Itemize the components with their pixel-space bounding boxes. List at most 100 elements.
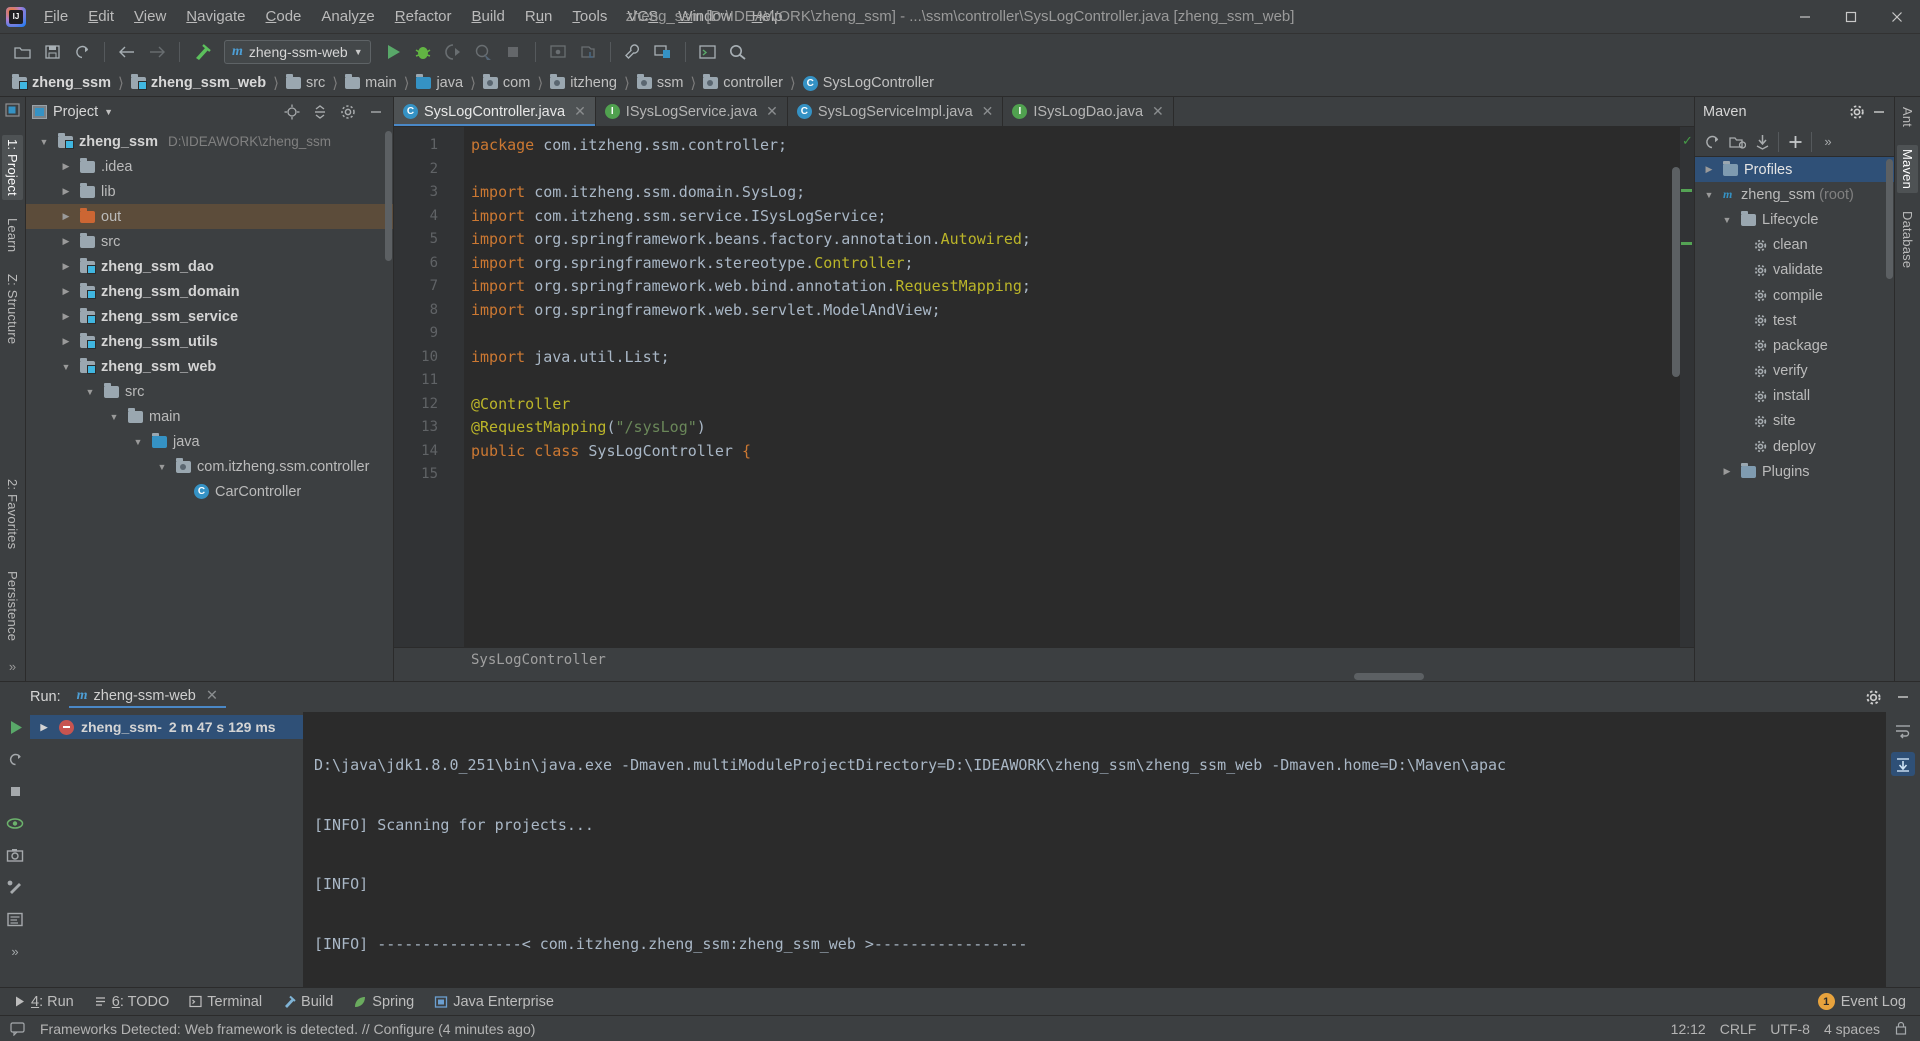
minimize-icon[interactable]: [1782, 0, 1828, 34]
more-chevrons-icon[interactable]: »: [4, 940, 26, 962]
maven-item-profiles[interactable]: Profiles: [1695, 157, 1894, 183]
search-everywhere-icon[interactable]: [724, 38, 752, 66]
editor-gutter[interactable]: 1 2 3 4 5 6 7 8 9 10 11 12 13 14 15: [394, 127, 464, 647]
menu-vcs[interactable]: VCS: [617, 3, 668, 30]
hide-panel-icon[interactable]: [365, 101, 387, 123]
sidebar-tab-ant[interactable]: Ant: [1897, 103, 1918, 131]
menu-code[interactable]: Code: [256, 3, 312, 30]
scroll-to-end-icon[interactable]: [1891, 752, 1915, 776]
forward-arrow-icon[interactable]: [143, 38, 171, 66]
close-icon[interactable]: ✕: [766, 103, 778, 120]
chevron-right-icon[interactable]: [58, 311, 74, 322]
maximize-icon[interactable]: [1828, 0, 1874, 34]
chevron-down-icon[interactable]: [1701, 190, 1717, 200]
maven-goal-deploy[interactable]: deploy: [1695, 434, 1894, 459]
chevron-right-icon[interactable]: [36, 722, 52, 733]
chevron-down-icon[interactable]: ▼: [104, 107, 113, 117]
chevron-down-icon[interactable]: [36, 137, 52, 147]
maven-goal-clean[interactable]: clean: [1695, 233, 1894, 258]
project-tree[interactable]: zheng_ssm D:\IDEAWORK\zheng_ssm .idea li…: [26, 127, 393, 681]
eye-toggle-icon[interactable]: [4, 812, 26, 834]
breadcrumb-item-java[interactable]: java: [414, 74, 465, 91]
more-chevrons-icon[interactable]: »: [5, 659, 21, 675]
code-text[interactable]: package com.itzheng.ssm.controller; impo…: [464, 127, 1680, 647]
maven-goal-verify[interactable]: verify: [1695, 359, 1894, 384]
tree-item-java[interactable]: java: [26, 429, 393, 454]
thread-dump-icon[interactable]: [4, 876, 26, 898]
bottom-tab-todo[interactable]: 6: TODO: [85, 991, 179, 1013]
chevron-down-icon[interactable]: [154, 462, 170, 472]
breadcrumb-item-zheng-ssm-web[interactable]: zheng_ssm_web: [129, 74, 268, 91]
chevron-right-icon[interactable]: [1719, 466, 1735, 477]
editor-marker-rail[interactable]: ✓: [1680, 127, 1694, 647]
open-folder-icon[interactable]: [8, 38, 36, 66]
chevron-down-icon[interactable]: [1719, 215, 1735, 225]
run-process-list[interactable]: zheng_ssm- 2 m 47 s 129 ms: [30, 712, 304, 987]
menu-run[interactable]: Run: [515, 3, 563, 30]
run-configuration-selector[interactable]: m zheng-ssm-web ▼: [224, 40, 371, 64]
chevron-down-icon[interactable]: [130, 437, 146, 447]
breadcrumb-item-itzheng[interactable]: itzheng: [548, 74, 619, 91]
tree-item-carcontroller[interactable]: C CarController: [26, 479, 393, 504]
menu-window[interactable]: Window: [668, 3, 741, 30]
reload-projects-icon[interactable]: [1701, 131, 1723, 153]
breadcrumb-item-com[interactable]: com: [481, 74, 532, 91]
sidebar-tab-structure[interactable]: Z: Structure: [2, 270, 23, 348]
run-icon[interactable]: [379, 38, 407, 66]
tab-syslogserviceimpl-java[interactable]: C SysLogServiceImpl.java ✕: [788, 97, 1004, 126]
stop-icon[interactable]: [4, 780, 26, 802]
breadcrumb-item-controller[interactable]: controller: [701, 74, 785, 91]
chevron-down-icon[interactable]: [106, 412, 122, 422]
close-icon[interactable]: ✕: [1152, 103, 1164, 120]
close-icon[interactable]: ✕: [982, 103, 994, 120]
chevron-right-icon[interactable]: [58, 161, 74, 172]
tree-item-out[interactable]: out: [26, 204, 393, 229]
bottom-tab-build[interactable]: Build: [273, 991, 342, 1013]
tree-item-zheng-ssm[interactable]: zheng_ssm D:\IDEAWORK\zheng_ssm: [26, 129, 393, 154]
bottom-tab-terminal[interactable]: Terminal: [180, 991, 271, 1013]
breadcrumb-item-zheng-ssm[interactable]: zheng_ssm: [10, 74, 113, 91]
sidebar-tab-database[interactable]: Database: [1897, 207, 1918, 272]
gear-icon[interactable]: [337, 101, 359, 123]
event-log-button[interactable]: 1 Event Log: [1817, 993, 1916, 1010]
file-encoding[interactable]: UTF-8: [1770, 1021, 1810, 1037]
update-project-icon[interactable]: [574, 38, 602, 66]
menu-help[interactable]: Help: [742, 3, 793, 30]
editor-horizontal-scrollbar[interactable]: [394, 672, 1694, 681]
collapse-all-icon[interactable]: [309, 101, 331, 123]
chevron-right-icon[interactable]: [58, 236, 74, 247]
chevron-right-icon[interactable]: [58, 211, 74, 222]
camera-snapshot-icon[interactable]: [4, 844, 26, 866]
download-sources-icon[interactable]: [1751, 131, 1773, 153]
line-separator[interactable]: CRLF: [1720, 1021, 1757, 1037]
back-arrow-icon[interactable]: [113, 38, 141, 66]
maven-item-lifecycle[interactable]: Lifecycle: [1695, 207, 1894, 232]
profile-icon[interactable]: [469, 38, 497, 66]
hide-panel-icon[interactable]: [1868, 101, 1890, 123]
console-output[interactable]: D:\java\jdk1.8.0_251\bin\java.exe -Dmave…: [304, 712, 1886, 987]
maven-goal-test[interactable]: test: [1695, 308, 1894, 333]
tree-item-zheng-ssm-domain[interactable]: zheng_ssm_domain: [26, 279, 393, 304]
chevron-right-icon[interactable]: [58, 286, 74, 297]
code-editor[interactable]: 1 2 3 4 5 6 7 8 9 10 11 12 13 14 15 pack…: [394, 127, 1694, 647]
sync-refresh-icon[interactable]: [68, 38, 96, 66]
tree-item-src[interactable]: src: [26, 229, 393, 254]
sidebar-tab-favorites[interactable]: 2: Favorites: [2, 475, 23, 553]
scrollbar-thumb[interactable]: [1354, 673, 1424, 680]
chevron-right-icon[interactable]: [58, 186, 74, 197]
read-only-lock-icon[interactable]: [1894, 1021, 1910, 1037]
build-hammer-icon[interactable]: [188, 38, 216, 66]
breadcrumb-item-syslogcontroller[interactable]: C SysLogController: [801, 75, 936, 91]
tab-isyslogdao-java[interactable]: I ISysLogDao.java ✕: [1003, 97, 1174, 126]
maven-goal-install[interactable]: install: [1695, 384, 1894, 409]
tree-item-idea[interactable]: .idea: [26, 154, 393, 179]
maven-item-zheng-ssm-root[interactable]: m zheng_ssm (root): [1695, 182, 1894, 207]
sidebar-tab-maven[interactable]: Maven: [1897, 145, 1918, 194]
attach-debugger-icon[interactable]: [544, 38, 572, 66]
project-tree-scrollbar[interactable]: [385, 131, 392, 261]
caret-position[interactable]: 12:12: [1671, 1021, 1706, 1037]
run-coverage-icon[interactable]: [439, 38, 467, 66]
tab-syslogcontroller-java[interactable]: C SysLogController.java ✕: [394, 97, 596, 126]
breadcrumb-item-ssm[interactable]: ssm: [635, 74, 686, 91]
terminal-window-icon[interactable]: [694, 38, 722, 66]
